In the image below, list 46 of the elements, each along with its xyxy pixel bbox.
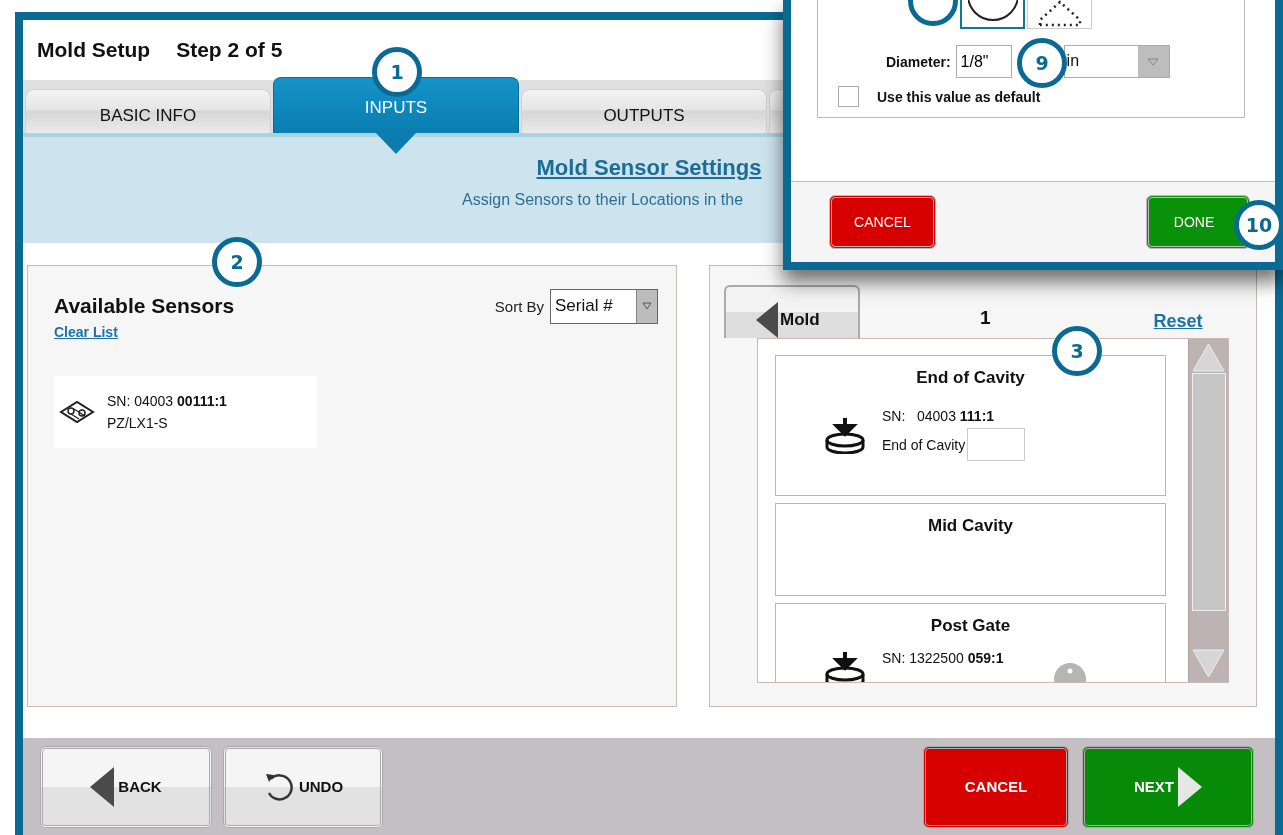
back-button[interactable]: BACK [40, 745, 212, 828]
serial-number: SN: 1322500 059:1 [882, 650, 1004, 666]
cancel-button[interactable]: CANCEL [923, 745, 1069, 828]
sensor-icon [825, 650, 865, 682]
section-subtitle: Assign Sensors to their Locations in the [462, 191, 744, 209]
unit-dropdown[interactable]: in [1063, 45, 1170, 78]
step-indicator: Step 2 of 5 [176, 38, 283, 62]
sort-dropdown[interactable]: Serial # [550, 288, 658, 324]
shape-option[interactable] [960, 0, 1025, 29]
left-arrow-icon [756, 301, 778, 338]
panel-title: Available Sensors [54, 294, 235, 318]
scrollbar[interactable] [1188, 339, 1228, 682]
sort-label: Sort By [494, 297, 544, 315]
serial-number: SN: 04003 00111:1 [107, 393, 227, 409]
checkbox-label: Use this value as default [877, 88, 1041, 105]
location-card[interactable]: Post Gate SN: 1322500 059:1 [775, 603, 1166, 682]
serial-number: SN: 04003 111:1 [882, 408, 996, 424]
mold-back-button[interactable]: Mold [724, 285, 860, 338]
location-card[interactable]: Mid Cavity [775, 503, 1166, 596]
sensor-icon [59, 399, 95, 425]
scroll-down-icon[interactable] [1190, 648, 1228, 680]
left-arrow-icon [90, 766, 115, 807]
dropdown-arrow-icon [1147, 57, 1160, 66]
diameter-input[interactable]: 1/8" [955, 45, 1012, 78]
value-input[interactable] [967, 428, 1026, 461]
sensor-icon [825, 415, 865, 454]
location-label: End of Cavity [882, 436, 966, 453]
right-arrow-icon [1178, 766, 1202, 807]
location-name: Post Gate [930, 616, 1011, 636]
undo-button[interactable]: UNDO [223, 745, 383, 828]
location-name: Mid Cavity [928, 516, 1013, 536]
next-button[interactable]: NEXT [1082, 745, 1254, 828]
reset-link[interactable]: Reset [1153, 311, 1203, 332]
default-checkbox[interactable] [838, 86, 859, 107]
tab[interactable]: BASIC INFO [25, 89, 271, 133]
window-title: Mold Setup [37, 38, 151, 62]
location-name: End of Cavity [916, 368, 1025, 388]
dropdown-arrow-icon [642, 302, 652, 310]
page-number: 1 [980, 307, 991, 329]
tab[interactable]: OUTPUTS [521, 89, 767, 133]
sensor-model: PZ/LX1-S [107, 415, 169, 431]
clear-list-link[interactable]: Clear List [54, 324, 118, 340]
section-title[interactable]: Mold Sensor Settings [536, 155, 762, 181]
diameter-label: Diameter: [886, 53, 951, 70]
sensor-card[interactable]: SN: 04003 00111:1 PZ/LX1-S [54, 376, 317, 448]
dialog-cancel-button[interactable]: CANCEL [829, 195, 936, 249]
